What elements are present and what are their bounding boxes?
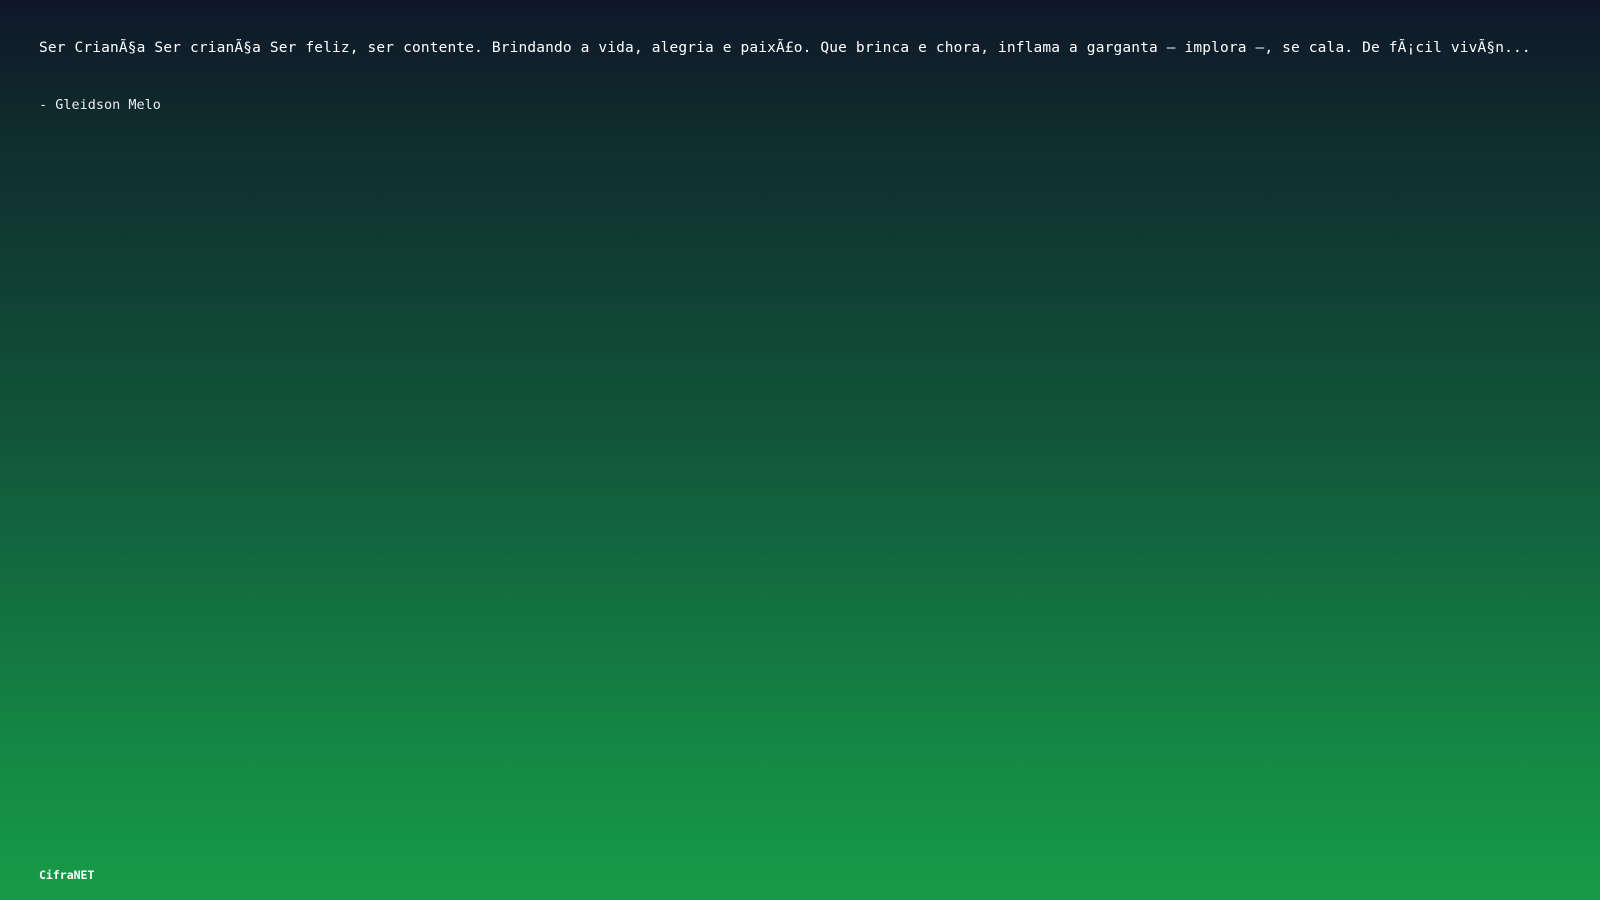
quote-card: Ser CrianÃ§a Ser crianÃ§a Ser feliz, ser… [39, 36, 1579, 114]
quote-author: - Gleidson Melo [39, 97, 161, 113]
quote-text: Ser CrianÃ§a Ser crianÃ§a Ser feliz, ser… [39, 40, 1531, 56]
brand-logo-text: CifraNET [39, 868, 95, 882]
